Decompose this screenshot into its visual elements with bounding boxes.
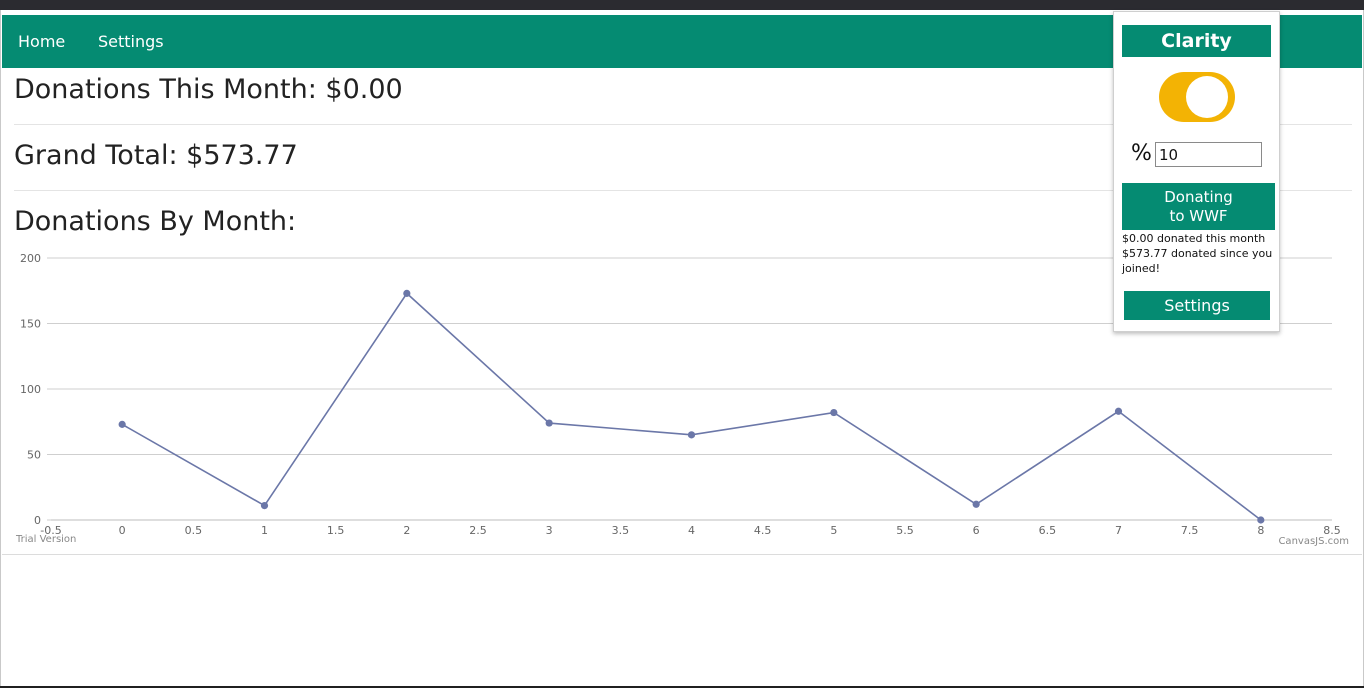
data-point (545, 419, 553, 427)
y-tick-label: 200 (20, 252, 41, 265)
donating-to-charity-button[interactable]: Donating to WWF (1122, 183, 1275, 230)
x-tick-label: 5 (830, 524, 837, 537)
data-point (260, 501, 269, 510)
grand-total-heading: Grand Total: $573.77 (14, 140, 298, 171)
data-point (118, 420, 126, 428)
x-tick-label: 6.5 (1039, 524, 1057, 537)
y-tick-label: 150 (20, 318, 41, 331)
x-tick-label: 3.5 (612, 524, 630, 537)
content-bottom-border (2, 554, 1362, 555)
x-tick-label: 6 (973, 524, 980, 537)
popup-settings-button[interactable]: Settings (1124, 291, 1270, 320)
x-tick-label: 4 (688, 524, 695, 537)
donating-label: Donating (1164, 188, 1233, 206)
clarity-extension-popup: Clarity % Donating to WWF $0.00 donated … (1113, 11, 1280, 332)
y-tick-label: 100 (20, 383, 41, 396)
percent-input[interactable] (1155, 142, 1262, 167)
x-tick-label: 4.5 (754, 524, 772, 537)
data-point (972, 500, 980, 508)
x-tick-label: 7.5 (1181, 524, 1199, 537)
data-point (687, 431, 696, 439)
x-tick-label: 7 (1115, 524, 1122, 537)
toggle-knob (1186, 76, 1228, 118)
total-donated-note-cont: joined! (1122, 262, 1160, 275)
donations-this-month-heading: Donations This Month: $0.00 (14, 74, 403, 105)
x-tick-label: 5.5 (896, 524, 914, 537)
donations-by-month-heading: Donations By Month: (14, 206, 297, 237)
percent-symbol: % (1131, 141, 1152, 166)
data-point (1257, 516, 1265, 524)
data-point (403, 289, 411, 297)
data-point (830, 408, 838, 417)
x-tick-label: 2 (403, 524, 410, 537)
data-point (1114, 407, 1123, 415)
x-tick-label: 1 (261, 524, 268, 537)
month-donated-note: $0.00 donated this month (1122, 232, 1266, 245)
trial-version-credit: Trial Version (15, 534, 76, 545)
nav-settings-link[interactable]: Settings (98, 32, 164, 51)
x-tick-label: 8 (1257, 524, 1264, 537)
x-tick-label: 2.5 (469, 524, 487, 537)
canvasjs-credit: CanvasJS.com (1278, 536, 1349, 547)
x-tick-label: 3 (546, 524, 553, 537)
nav-home-link[interactable]: Home (18, 32, 65, 51)
x-tick-label: 1.5 (327, 524, 345, 537)
x-tick-label: 0 (119, 524, 126, 537)
y-tick-label: 50 (27, 449, 41, 462)
donation-toggle-switch[interactable] (1159, 72, 1235, 122)
clarity-brand-header: Clarity (1122, 25, 1271, 57)
x-tick-label: 0.5 (185, 524, 203, 537)
browser-top-strip (0, 0, 1364, 10)
total-donated-note: $573.77 donated since you (1122, 247, 1273, 260)
charity-label: to WWF (1169, 207, 1228, 225)
series-line (121, 292, 1262, 521)
